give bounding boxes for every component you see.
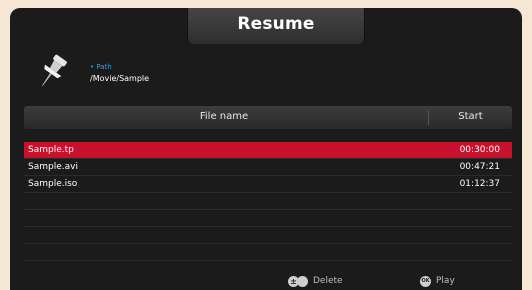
file-name: Sample.iso	[28, 179, 78, 189]
empty-row	[24, 227, 512, 244]
list-header: File name Start	[24, 106, 512, 129]
title-tab: Resume	[187, 8, 365, 44]
pushpin-icon	[42, 54, 67, 87]
empty-row	[24, 244, 512, 261]
file-row[interactable]: Sample.iso 01:12:37	[24, 176, 512, 193]
empty-row	[24, 210, 512, 227]
start-time: 00:47:21	[459, 162, 500, 172]
file-row-selected[interactable]: Sample.tp 00:30:00	[24, 142, 512, 159]
column-header-file-name: File name	[199, 111, 249, 122]
delete-hint[interactable]: Delete	[313, 276, 343, 286]
play-hint[interactable]: Play	[436, 276, 455, 286]
path-value: /Movie/Sample	[90, 74, 150, 83]
file-name: Sample.tp	[28, 145, 74, 155]
column-header-start: Start	[458, 111, 483, 122]
empty-row	[24, 193, 512, 210]
start-time: 01:12:37	[459, 179, 500, 189]
file-name: Sample.avi	[28, 162, 78, 172]
resume-file-list: File name Start Sample.tp 00:30:00 Sampl…	[24, 106, 512, 272]
file-row[interactable]: Sample.avi 00:47:21	[24, 159, 512, 176]
resume-dialog: Resume • Path /Movie/Sample File name St…	[10, 8, 522, 290]
minus-button-icon	[297, 276, 308, 287]
button-hints: ± Delete OK Play	[10, 272, 522, 290]
path-label: • Path	[90, 63, 112, 71]
start-time: 00:30:00	[459, 145, 500, 155]
ok-button-icon: OK	[420, 276, 431, 287]
dialog-title: Resume	[237, 14, 315, 34]
